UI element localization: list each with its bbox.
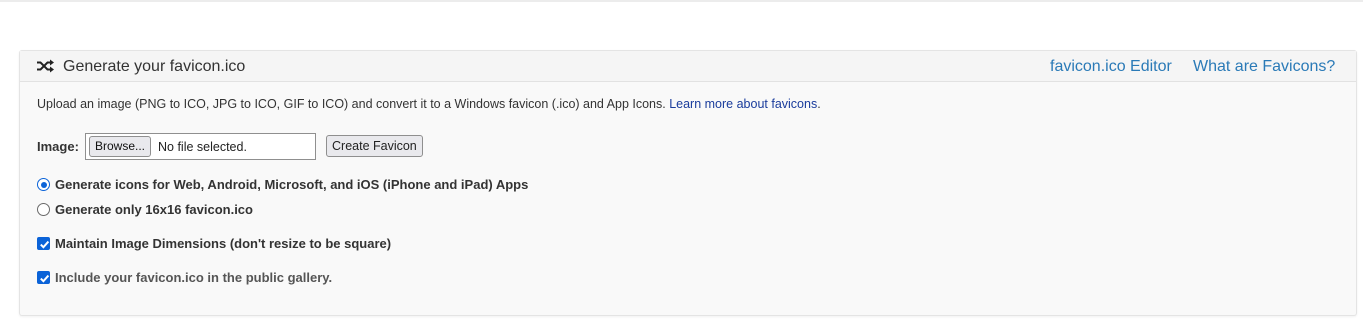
top-strip	[0, 0, 1363, 2]
checkbox-public-gallery-label[interactable]: Include your favicon.ico in the public g…	[55, 270, 332, 286]
create-favicon-button[interactable]: Create Favicon	[326, 135, 423, 157]
check-icon	[40, 274, 50, 283]
intro-suffix: .	[817, 97, 821, 111]
panel-title: Generate your favicon.ico	[63, 58, 246, 75]
shuffle-icon	[37, 59, 54, 73]
file-input[interactable]: Browse... No file selected.	[85, 133, 316, 160]
intro-text: Upload an image (PNG to ICO, JPG to ICO,…	[37, 96, 821, 112]
intro-description: Upload an image (PNG to ICO, JPG to ICO,…	[37, 97, 670, 111]
check-icon	[40, 240, 50, 249]
file-status: No file selected.	[158, 140, 247, 154]
what-are-favicons-link[interactable]: What are Favicons?	[1193, 58, 1335, 76]
favicon-editor-link[interactable]: favicon.ico Editor	[1050, 58, 1172, 76]
checkbox-maintain-dimensions-label[interactable]: Maintain Image Dimensions (don't resize …	[55, 236, 391, 252]
learn-more-link[interactable]: Learn more about favicons	[669, 97, 817, 111]
radio-generate-16[interactable]	[37, 203, 50, 216]
radio-generate-all-label[interactable]: Generate icons for Web, Android, Microso…	[55, 177, 528, 193]
favicon-generator-panel: Generate your favicon.ico favicon.ico Ed…	[19, 50, 1357, 316]
radio-generate-16-label[interactable]: Generate only 16x16 favicon.ico	[55, 202, 253, 218]
browse-button[interactable]: Browse...	[89, 136, 152, 157]
checkbox-public-gallery[interactable]	[37, 271, 50, 284]
checkbox-maintain-dimensions[interactable]	[37, 237, 50, 250]
panel-header: Generate your favicon.ico favicon.ico Ed…	[20, 51, 1356, 82]
radio-generate-all[interactable]	[37, 178, 50, 191]
image-label: Image:	[37, 139, 79, 154]
